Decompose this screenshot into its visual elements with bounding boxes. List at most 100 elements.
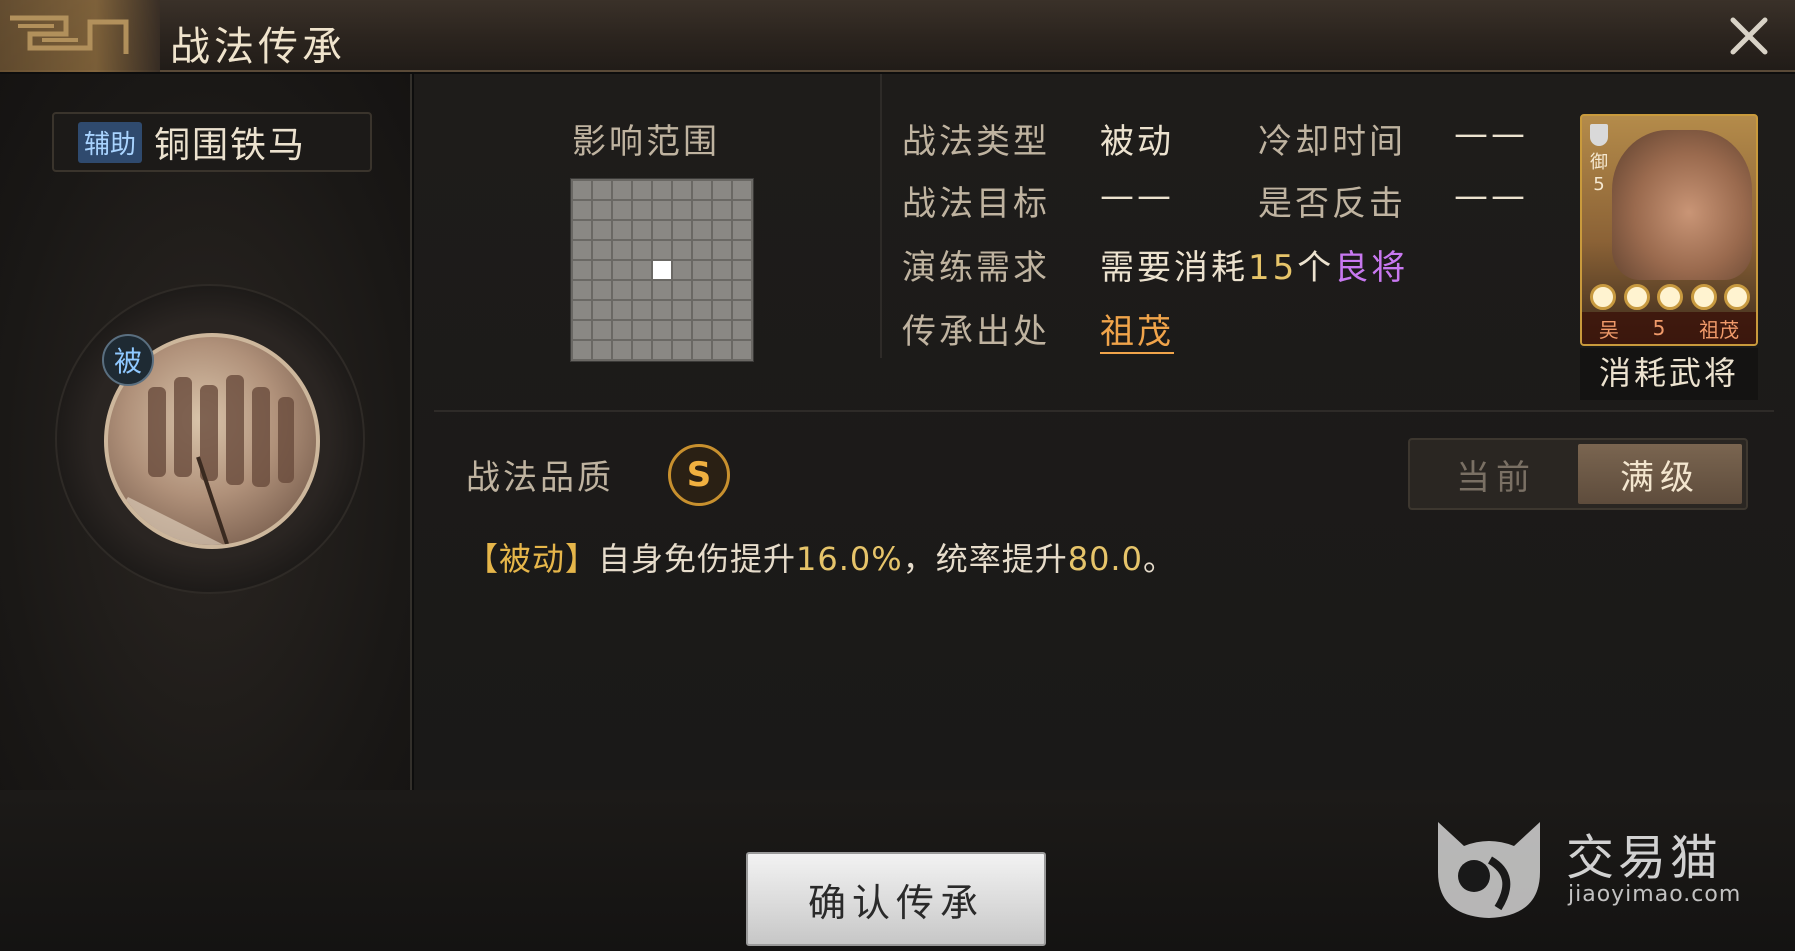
divider xyxy=(434,410,1774,412)
card-stars xyxy=(1590,284,1750,310)
range-cell xyxy=(613,341,631,359)
range-cell xyxy=(673,201,691,219)
range-cell xyxy=(633,241,651,259)
range-cell xyxy=(673,261,691,279)
general-portrait xyxy=(1612,130,1752,280)
range-cell xyxy=(593,261,611,279)
skill-type-tag: 辅助 xyxy=(78,121,143,163)
desc-part2: ，统率提升 xyxy=(902,540,1068,578)
range-cell xyxy=(713,181,731,199)
range-cell xyxy=(613,261,631,279)
dialog-title: 战法传承 xyxy=(170,24,346,70)
card-caption: 消耗武将 xyxy=(1580,348,1758,400)
skill-name: 铜围铁马 xyxy=(154,125,307,166)
train-prefix: 需要消耗 xyxy=(1100,248,1248,288)
range-cell xyxy=(593,301,611,319)
quality-grade-badge: S xyxy=(668,444,730,506)
range-cell xyxy=(693,221,711,239)
star-icon xyxy=(1724,284,1750,310)
general-card[interactable]: 御 5 吴 5 祖茂 xyxy=(1580,114,1758,346)
target-value: —— xyxy=(1100,176,1174,216)
train-unit: 个 xyxy=(1297,248,1335,288)
range-cell xyxy=(573,321,591,339)
range-cell xyxy=(693,301,711,319)
range-cell xyxy=(713,201,731,219)
skill-description: 【被动】自身免伤提升16.0%，统率提升80.0。 xyxy=(466,534,1176,580)
desc-part1: 自身免伤提升 xyxy=(598,540,797,578)
range-cell-center xyxy=(653,261,671,279)
range-cell xyxy=(733,241,751,259)
range-cell xyxy=(633,341,651,359)
dialog-footer: 确认传承 交易猫 jiaoyimao.com xyxy=(0,790,1795,951)
range-label: 影响范围 xyxy=(572,122,720,162)
range-cell xyxy=(673,341,691,359)
counter-label: 是否反击 xyxy=(1258,184,1406,224)
range-cell xyxy=(673,281,691,299)
train-grade: 良将 xyxy=(1334,248,1409,288)
range-cell xyxy=(733,221,751,239)
tab-max-level[interactable]: 满级 xyxy=(1578,444,1742,504)
range-cell xyxy=(633,181,651,199)
desc-value2: 80.0 xyxy=(1067,540,1143,578)
watermark-url: jiaoyimao.com xyxy=(1568,882,1742,907)
passive-badge: 被 xyxy=(102,334,154,386)
range-cell xyxy=(633,281,651,299)
range-cell xyxy=(593,241,611,259)
range-cell xyxy=(593,201,611,219)
range-cell xyxy=(733,201,751,219)
range-cell xyxy=(573,221,591,239)
train-label: 演练需求 xyxy=(902,248,1050,288)
range-cell xyxy=(653,201,671,219)
range-cell xyxy=(573,241,591,259)
range-cell xyxy=(733,181,751,199)
range-cell xyxy=(573,281,591,299)
tab-current[interactable]: 当前 xyxy=(1414,444,1578,504)
type-value: 被动 xyxy=(1100,122,1174,162)
range-cell xyxy=(573,261,591,279)
close-icon[interactable] xyxy=(1725,12,1773,60)
range-cell xyxy=(613,201,631,219)
range-cell xyxy=(713,341,731,359)
type-label: 战法类型 xyxy=(902,122,1050,162)
range-cell xyxy=(673,241,691,259)
range-cell xyxy=(573,341,591,359)
detail-panel: 影响范围 战法类型 被动 冷却时间 —— 战法目标 —— 是否反击 —— 演练需… xyxy=(414,74,1795,790)
range-cell xyxy=(593,321,611,339)
range-cell xyxy=(713,321,731,339)
skill-panel: 辅助 铜围铁马 被 xyxy=(0,74,412,790)
confirm-inherit-button[interactable]: 确认传承 xyxy=(746,852,1046,946)
range-cell xyxy=(633,261,651,279)
star-icon xyxy=(1623,284,1650,310)
range-cell xyxy=(573,181,591,199)
divider xyxy=(880,74,882,358)
range-cell xyxy=(693,201,711,219)
range-cell xyxy=(713,241,731,259)
range-cell xyxy=(733,301,751,319)
card-name: 祖茂 xyxy=(1699,317,1740,342)
range-cell xyxy=(693,261,711,279)
desc-tag: 【被动】 xyxy=(466,540,599,578)
range-cell xyxy=(613,221,631,239)
level-tabs: 当前 满级 xyxy=(1408,438,1748,510)
range-cell xyxy=(693,341,711,359)
card-type-label: 御 xyxy=(1590,152,1608,173)
range-cell xyxy=(613,181,631,199)
range-cell xyxy=(693,181,711,199)
counter-value: —— xyxy=(1454,176,1528,216)
card-type: 御 5 xyxy=(1588,152,1610,196)
range-cell xyxy=(713,261,731,279)
star-icon xyxy=(1657,284,1683,310)
skill-icon-ring: 被 xyxy=(55,284,365,594)
star-icon xyxy=(1590,284,1616,310)
range-cell xyxy=(673,221,691,239)
watermark-name: 交易猫 xyxy=(1566,830,1723,886)
quality-label: 战法品质 xyxy=(466,458,614,498)
origin-general-link[interactable]: 祖茂 xyxy=(1100,312,1174,354)
range-cell xyxy=(633,301,651,319)
range-cell xyxy=(733,321,751,339)
range-cell xyxy=(673,321,691,339)
range-cell xyxy=(613,281,631,299)
star-icon xyxy=(1690,284,1717,310)
range-cell xyxy=(613,321,631,339)
range-cell xyxy=(593,181,611,199)
